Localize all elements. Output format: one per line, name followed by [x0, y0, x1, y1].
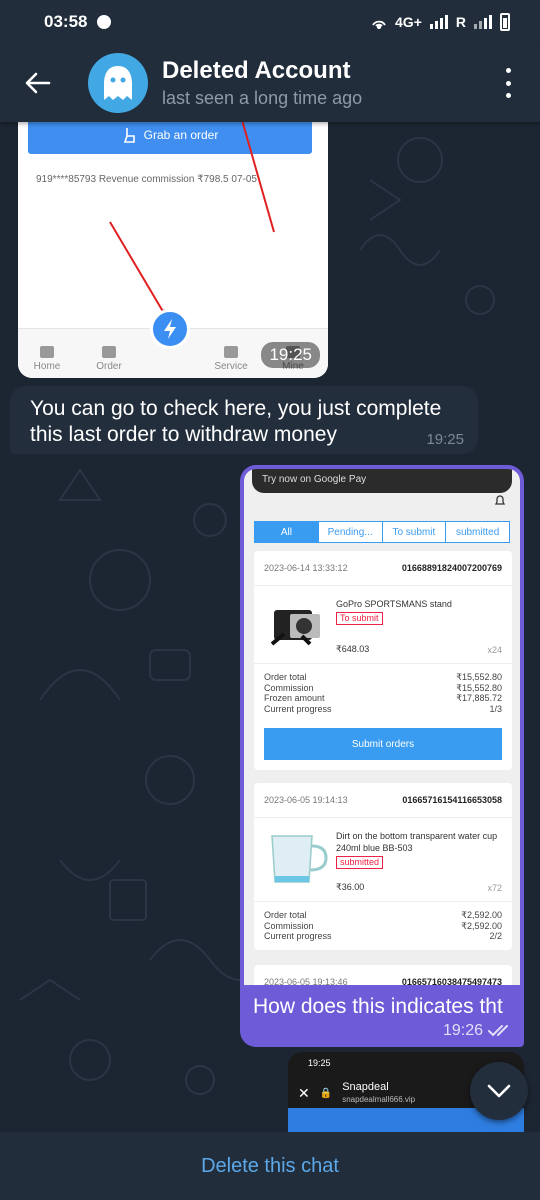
order-date: 2023-06-05 19:13:46 [264, 977, 348, 985]
outgoing-photo-message[interactable]: Try now on Google Pay All Pending... To … [240, 465, 524, 1047]
order-id: 01665716038475497473 [401, 977, 502, 985]
status-badge: submitted [336, 856, 384, 869]
chat-name: Deleted Account [162, 57, 351, 84]
orders-screenshot[interactable]: Try now on Google Pay All Pending... To … [244, 469, 520, 985]
order-card: 2023-06-05 19:13:46 01665716038475497473 [254, 965, 512, 985]
chat-notification-icon [97, 15, 112, 29]
lightning-icon [150, 309, 190, 349]
site-name: Snapdeal [342, 1080, 389, 1093]
signal-icon [429, 15, 448, 29]
more-options-button[interactable] [498, 68, 518, 98]
status-time: 03:58 [44, 12, 88, 31]
lock-icon: 🔒 [319, 1087, 333, 1099]
bottom-action-bar: Delete this chat [0, 1132, 540, 1200]
google-pay-banner: Try now on Google Pay [252, 469, 512, 493]
order-card: 2023-06-05 19:14:13 01665716154116653058 … [254, 783, 512, 950]
product-price: ₹648.03 [336, 644, 370, 654]
product-qty: x24 [487, 645, 502, 655]
product-price: ₹36.00 [336, 882, 365, 892]
roaming-indicator: R [455, 14, 466, 30]
incoming-message[interactable]: You can go to check here, you just compl… [10, 386, 478, 454]
order-card: 2023-06-14 13:33:12 01668891824007200769 … [254, 551, 512, 770]
delete-chat-button[interactable]: Delete this chat [201, 1155, 339, 1178]
photo-message-1[interactable]: Grab an order 919****85793 Revenue commi… [18, 110, 328, 378]
product-name: GoPro SPORTSMANS stand [336, 599, 452, 609]
battery-icon [500, 13, 510, 31]
order-summary: Order total ₹15,552.80 Commission ₹15,552.… [264, 672, 502, 714]
chat-title-block[interactable]: Deleted Account last seen a long time ag… [162, 57, 362, 109]
signal-icon-2 [474, 15, 492, 29]
status-icons: 4G+ R [371, 13, 510, 31]
order-date: 2023-06-14 13:33:12 [264, 563, 348, 573]
message-time: 19:25 [261, 342, 320, 368]
nav-order: Order [84, 346, 134, 372]
tab-all: All [255, 522, 319, 542]
back-arrow-icon [25, 72, 51, 94]
message-text: You can go to check here, you just compl… [30, 397, 442, 446]
message-meta: 19:26 [443, 1022, 512, 1040]
chat-last-seen: last seen a long time ago [162, 88, 363, 108]
tab-pending: Pending... [319, 522, 383, 542]
scroll-down-button[interactable] [470, 1062, 528, 1120]
network-type: 4G+ [395, 14, 422, 30]
bell-icon [494, 495, 506, 505]
order-tabs: All Pending... To submit submitted [254, 521, 510, 543]
tab-to-submit: To submit [383, 522, 447, 542]
avatar[interactable] [88, 53, 148, 113]
ghost-icon [104, 66, 132, 100]
tab-submitted: submitted [455, 526, 500, 538]
product-name: Dirt on the bottom transparent water cup… [336, 831, 498, 853]
nav-home: Home [22, 346, 72, 372]
message-time: 19:25 [426, 431, 464, 448]
water-cup-image [271, 835, 328, 883]
chat-header: Deleted Account last seen a long time ag… [0, 44, 540, 122]
message-time: 19:26 [442, 1022, 483, 1039]
nav-service: Service [206, 346, 256, 372]
close-icon: ✕ [298, 1084, 310, 1101]
chevron-down-icon [487, 1084, 511, 1098]
status-bar: 03:58 4G+ R [0, 0, 540, 44]
order-date: 2023-06-05 19:14:13 [264, 795, 348, 805]
product-qty: x72 [487, 883, 502, 893]
back-button[interactable] [0, 44, 76, 122]
gopro-image [270, 610, 320, 646]
message-caption: How does this indicates tht [253, 995, 503, 1018]
order-id: 01668891824007200769 [401, 563, 502, 573]
double-check-icon [488, 1025, 508, 1037]
submit-orders-button: Submit orders [264, 728, 502, 760]
status-badge: To submit [336, 612, 383, 625]
hotspot-icon [372, 20, 386, 29]
order-summary: Order total ₹2,592.00 Commission ₹2,592.00… [264, 910, 502, 941]
site-url: snapdealmall666.vip [342, 1094, 416, 1104]
order-id: 01665716154116653058 [402, 795, 502, 805]
